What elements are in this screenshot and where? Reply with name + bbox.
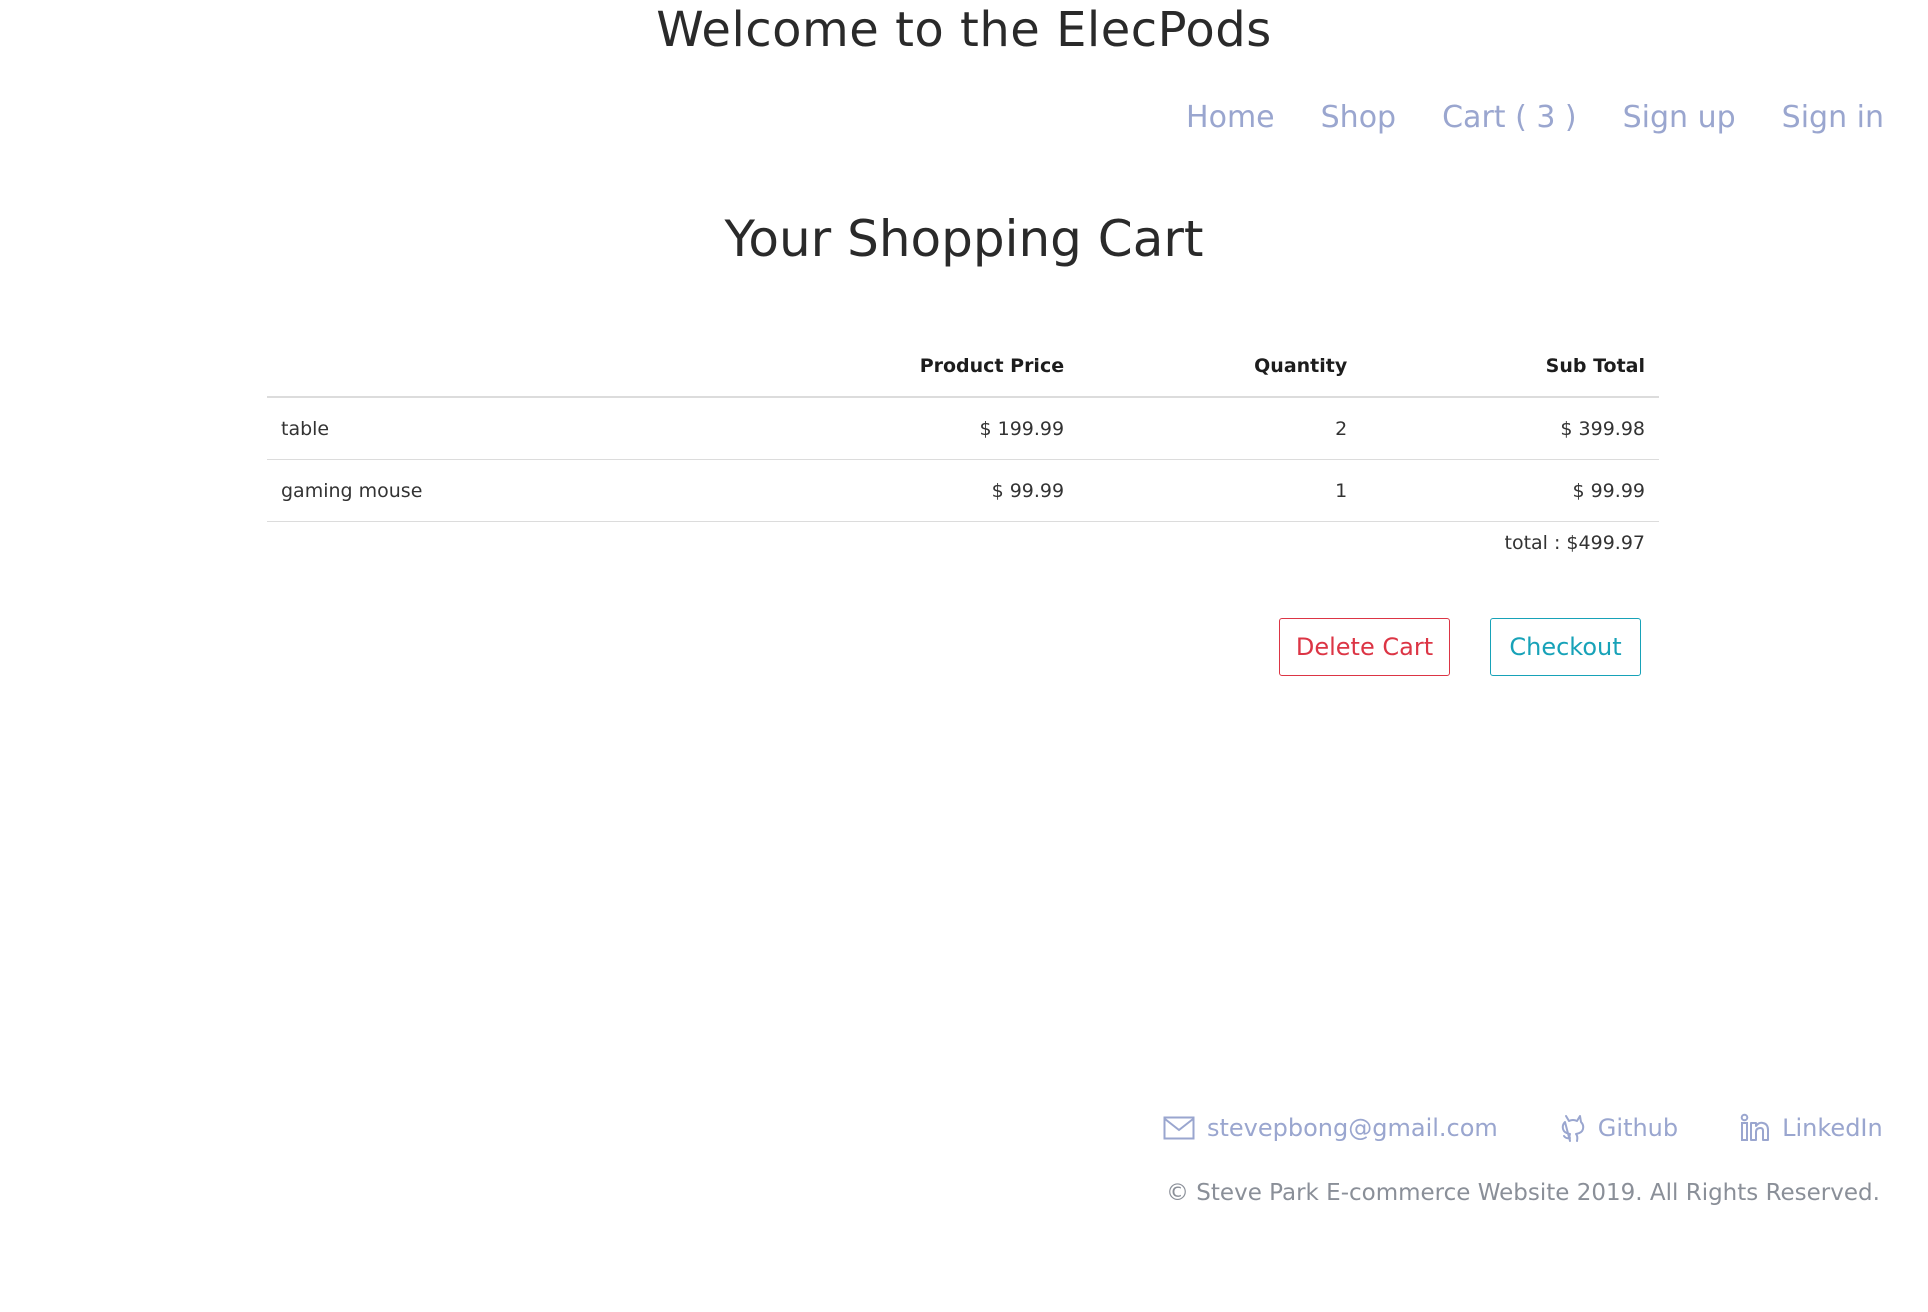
copyright-text: © Steve Park E-commerce Website 2019. Al… (1166, 1180, 1880, 1206)
footer-linkedin-link[interactable]: LinkedIn (1740, 1113, 1883, 1143)
cart-heading: Your Shopping Cart (724, 210, 1204, 268)
product-price: $ 199.99 (675, 397, 1079, 460)
main-nav: Home Shop Cart ( 3 ) Sign up Sign in (1186, 100, 1884, 135)
nav-home-link[interactable]: Home (1186, 100, 1275, 135)
footer-linkedin-text: LinkedIn (1782, 1114, 1883, 1142)
nav-shop-link[interactable]: Shop (1321, 100, 1396, 135)
nav-cart-link[interactable]: Cart ( 3 ) (1442, 100, 1577, 135)
site-title: Welcome to the ElecPods (656, 2, 1272, 58)
github-icon (1560, 1112, 1586, 1144)
column-header-quantity: Quantity (1078, 340, 1362, 398)
footer-github-text: Github (1597, 1114, 1679, 1142)
column-header-price: Product Price (675, 340, 1079, 398)
table-row: table $ 199.99 2 $ 399.98 (267, 397, 1659, 460)
footer-github-link[interactable]: Github (1560, 1112, 1678, 1144)
product-name: table (267, 397, 675, 460)
product-subtotal: $ 99.99 (1361, 459, 1659, 522)
mail-icon (1163, 1116, 1195, 1140)
product-quantity: 1 (1078, 459, 1362, 522)
column-header-subtotal: Sub Total (1361, 340, 1659, 398)
product-quantity: 2 (1078, 397, 1362, 460)
cart-table: Product Price Quantity Sub Total table $… (267, 340, 1659, 522)
cart-table-header-row: Product Price Quantity Sub Total (267, 340, 1659, 398)
linkedin-icon (1740, 1113, 1770, 1143)
product-subtotal: $ 399.98 (1361, 397, 1659, 460)
delete-cart-button[interactable]: Delete Cart (1279, 618, 1450, 676)
product-price: $ 99.99 (675, 459, 1079, 522)
footer-email-text: stevepbong@gmail.com (1207, 1114, 1498, 1142)
nav-signin-link[interactable]: Sign in (1782, 100, 1884, 135)
product-name: gaming mouse (267, 459, 675, 522)
checkout-button[interactable]: Checkout (1490, 618, 1641, 676)
nav-signup-link[interactable]: Sign up (1623, 100, 1736, 135)
column-header-product (267, 340, 675, 398)
cart-total: total : $499.97 (1504, 532, 1646, 554)
footer-email-link[interactable]: stevepbong@gmail.com (1163, 1114, 1498, 1142)
table-row: gaming mouse $ 99.99 1 $ 99.99 (267, 459, 1659, 522)
page: Welcome to the ElecPods Home Shop Cart (… (0, 0, 1928, 1312)
footer-links: stevepbong@gmail.com Github LinkedIn (1163, 1112, 1883, 1144)
